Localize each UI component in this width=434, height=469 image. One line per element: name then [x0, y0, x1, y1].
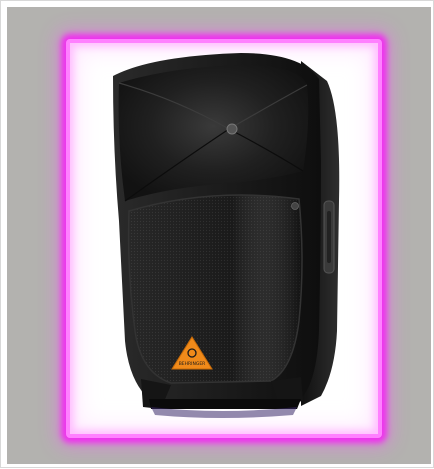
brand-logo-text: BEHRINGER [179, 361, 206, 367]
screw [291, 202, 299, 210]
speaker-illustration: BEHRINGER [113, 53, 340, 418]
speaker-grille [127, 194, 303, 384]
image-frame: BEHRINGER [0, 0, 434, 468]
tweeter-throat [226, 123, 238, 135]
